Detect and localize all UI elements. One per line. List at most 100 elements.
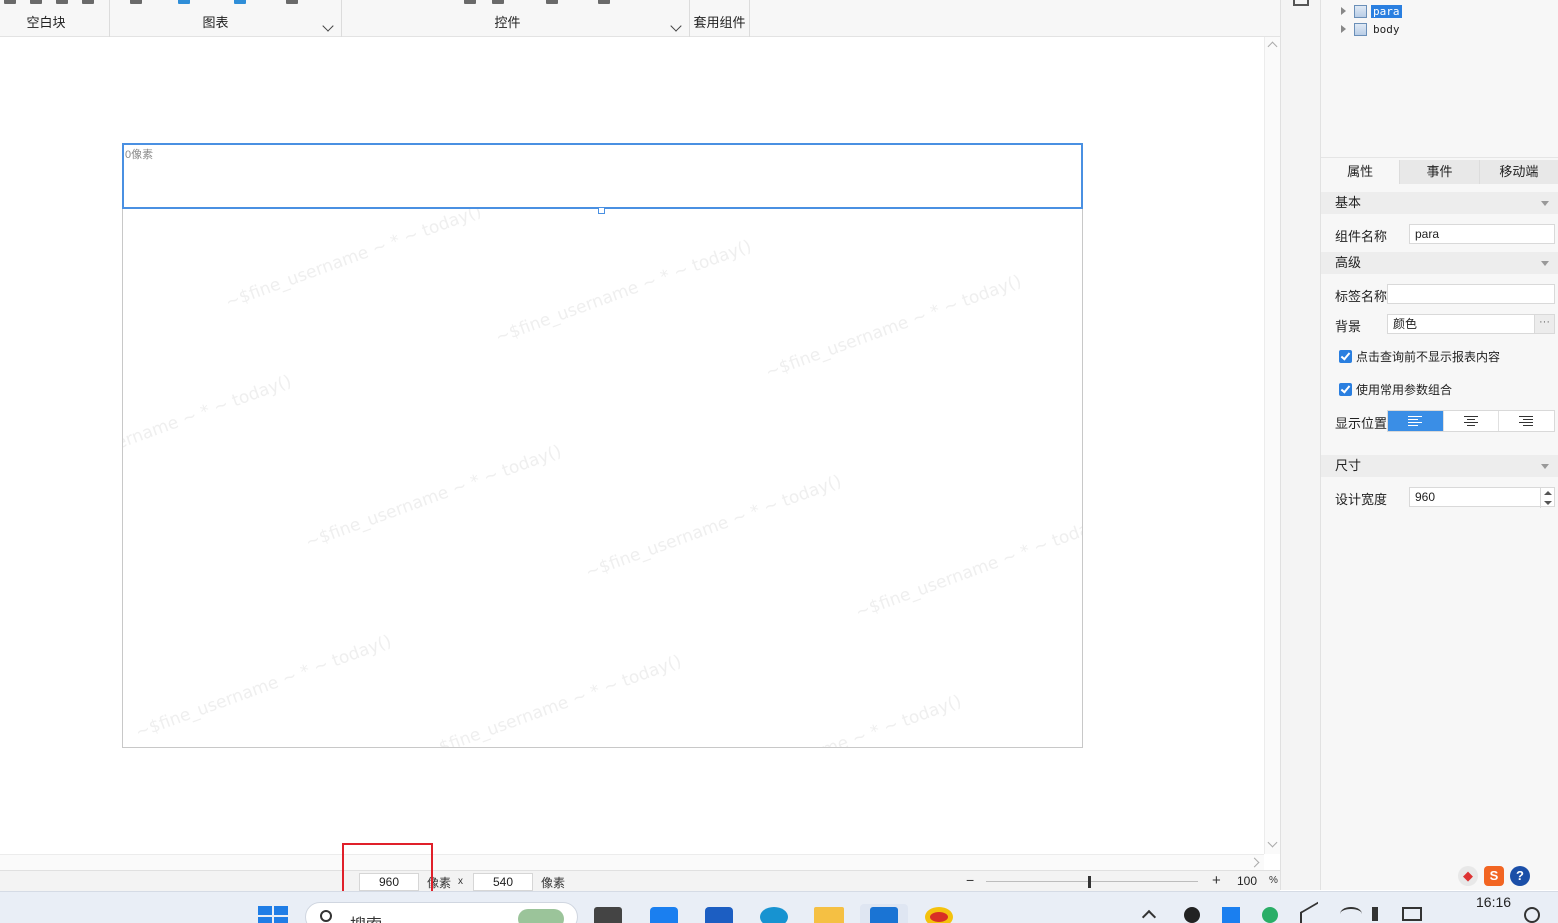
scroll-right-icon[interactable] bbox=[1249, 857, 1260, 868]
blank-block-icon-2 bbox=[30, 0, 42, 4]
horizontal-scrollbar[interactable] bbox=[0, 854, 1264, 870]
checkbox-common-params[interactable]: 使用常用参数组合 bbox=[1339, 381, 1452, 398]
taskview-icon[interactable] bbox=[594, 907, 622, 923]
align-right-button[interactable] bbox=[1499, 411, 1554, 431]
para-resize-handle[interactable] bbox=[598, 207, 605, 214]
collapse-caret-icon[interactable] bbox=[1541, 261, 1549, 266]
tab-mobile[interactable]: 移动端 bbox=[1480, 160, 1558, 184]
align-left-button[interactable] bbox=[1388, 411, 1444, 431]
tree-item-para[interactable]: para bbox=[1341, 3, 1402, 19]
notification-icon[interactable]: ◆ bbox=[1458, 866, 1478, 886]
notification-center-icon[interactable] bbox=[1524, 907, 1540, 923]
tree-item-label: body bbox=[1373, 22, 1400, 36]
widget-date-icon bbox=[546, 0, 558, 4]
background-select[interactable]: 颜色 ··· bbox=[1387, 314, 1555, 334]
battery-icon[interactable] bbox=[1402, 907, 1422, 921]
file-explorer-icon[interactable] bbox=[814, 907, 844, 923]
vertical-scrollbar[interactable] bbox=[1264, 37, 1280, 854]
tray-chevron-up-icon[interactable] bbox=[1141, 909, 1157, 923]
sogou-input-icon[interactable]: S bbox=[1484, 866, 1504, 886]
checkbox-checked-icon[interactable] bbox=[1339, 383, 1352, 396]
windows-start-icon[interactable] bbox=[258, 906, 288, 923]
tag-name-input[interactable] bbox=[1387, 284, 1555, 304]
expand-arrow-icon[interactable] bbox=[1341, 7, 1346, 15]
help-icon[interactable]: ? bbox=[1510, 866, 1530, 886]
zoom-out-button[interactable]: − bbox=[966, 872, 974, 888]
wechat-icon[interactable] bbox=[1262, 907, 1278, 923]
chrome-icon[interactable] bbox=[925, 907, 953, 923]
zoom-slider-track[interactable] bbox=[986, 881, 1198, 882]
zoom-unit-label: % bbox=[1269, 875, 1278, 886]
design-width-stepper[interactable] bbox=[1540, 488, 1554, 508]
tray-app-icon[interactable] bbox=[1222, 907, 1240, 923]
chart-bar-icon bbox=[130, 0, 142, 4]
scroll-up-icon[interactable] bbox=[1267, 41, 1278, 52]
tab-events[interactable]: 事件 bbox=[1400, 160, 1480, 184]
finereport-designer-icon[interactable] bbox=[870, 907, 898, 923]
send-icon[interactable] bbox=[1300, 901, 1318, 923]
expand-arrow-icon[interactable] bbox=[1341, 25, 1346, 33]
watermark-text: ~$fine_username ~ * ~ today() bbox=[133, 631, 395, 743]
chart-chevron-down-icon[interactable] bbox=[322, 20, 334, 32]
toolbar-group-templates[interactable]: 套用组件 bbox=[690, 0, 750, 37]
edge-browser-icon[interactable] bbox=[760, 907, 788, 923]
design-width-input[interactable]: 960 bbox=[1409, 487, 1555, 508]
layout-toggle-icon[interactable] bbox=[1293, 0, 1309, 6]
collapse-caret-icon[interactable] bbox=[1541, 464, 1549, 469]
toolbar-group-widgets[interactable]: 控件 bbox=[342, 0, 690, 37]
toolbar-label-chart: 图表 bbox=[202, 15, 229, 30]
design-width-label: 设计宽度 bbox=[1335, 492, 1388, 507]
para-component-frame[interactable]: 0像素 bbox=[122, 143, 1083, 209]
display-position-buttons bbox=[1387, 410, 1555, 432]
background-value: 颜色 bbox=[1393, 317, 1418, 331]
widget-button-icon bbox=[598, 0, 610, 4]
canvas-height-input[interactable]: 540 bbox=[473, 873, 533, 891]
widget-combo-icon bbox=[492, 0, 504, 4]
align-left-icon bbox=[1408, 416, 1422, 426]
wifi-icon[interactable] bbox=[1340, 907, 1362, 921]
watermark-text: ~$fine_username ~ * ~ today() bbox=[493, 236, 755, 348]
watermark-text: ~$fine_username ~ * ~ today() bbox=[423, 651, 685, 748]
height-unit-label: 像素 bbox=[541, 876, 566, 890]
zoom-slider-thumb[interactable] bbox=[1088, 876, 1091, 888]
blank-block-icon bbox=[4, 0, 16, 4]
zoom-in-button[interactable]: + bbox=[1212, 872, 1221, 889]
chart-line-icon bbox=[178, 0, 190, 4]
section-advanced[interactable]: 高级 bbox=[1321, 252, 1558, 274]
properties-panel: para body 属性 事件 移动端 基本 组件名称 para 高级 标签名称… bbox=[1320, 0, 1558, 890]
toolbar-group-chart[interactable]: 图表 bbox=[110, 0, 342, 37]
scroll-down-icon[interactable] bbox=[1267, 837, 1278, 848]
watermark-text: ~$fine_username ~ * ~ today() bbox=[703, 691, 965, 748]
section-basic[interactable]: 基本 bbox=[1321, 192, 1558, 214]
collapse-caret-icon[interactable] bbox=[1541, 201, 1549, 206]
checkbox-checked-icon[interactable] bbox=[1339, 350, 1352, 363]
canvas-size-statusbar: 960 像素 x 540 像素 − + 100 % bbox=[0, 870, 1280, 891]
watermark-text: ~$fine_username ~ * ~ today() bbox=[583, 471, 845, 583]
component-toolbar: 空白块 图表 控件 套用组件 bbox=[0, 0, 1280, 37]
toolbar-group-blank-block[interactable]: 空白块 bbox=[0, 0, 110, 37]
background-ellipsis-button[interactable]: ··· bbox=[1534, 315, 1554, 333]
section-size[interactable]: 尺寸 bbox=[1321, 455, 1558, 477]
volume-muted-icon[interactable] bbox=[1372, 907, 1390, 921]
times-label: x bbox=[458, 876, 463, 887]
align-center-button[interactable] bbox=[1444, 411, 1500, 431]
taskbar-search-box[interactable]: 搜索 bbox=[305, 902, 578, 923]
taskbar-clock[interactable]: 16:16 bbox=[1476, 894, 1511, 910]
body-component-frame[interactable]: ~$fine_username ~ * ~ today() ~$fine_use… bbox=[122, 143, 1083, 748]
qq-icon[interactable] bbox=[1184, 907, 1200, 923]
side-gutter bbox=[1280, 0, 1320, 890]
taskbar-search-placeholder: 搜索 bbox=[350, 911, 382, 923]
tab-attributes[interactable]: 属性 bbox=[1321, 160, 1401, 184]
app-shield-icon[interactable] bbox=[705, 907, 733, 923]
watermark-text: ~$fine_username ~ * ~ today() bbox=[853, 511, 1083, 623]
checkbox-hide-before-query[interactable]: 点击查询前不显示报表内容 bbox=[1339, 348, 1500, 365]
component-icon bbox=[1354, 4, 1367, 18]
blank-block-icon-3 bbox=[56, 0, 68, 4]
component-name-input[interactable]: para bbox=[1409, 224, 1555, 244]
panel-tabs: 属性 事件 移动端 bbox=[1321, 160, 1558, 184]
app-arrow-icon[interactable] bbox=[650, 907, 678, 923]
toolbar-label-blank-block: 空白块 bbox=[26, 15, 66, 30]
tree-item-body[interactable]: body bbox=[1341, 21, 1402, 37]
tree-item-label: para bbox=[1371, 4, 1402, 18]
zoom-value-input[interactable]: 100 bbox=[1232, 873, 1262, 891]
